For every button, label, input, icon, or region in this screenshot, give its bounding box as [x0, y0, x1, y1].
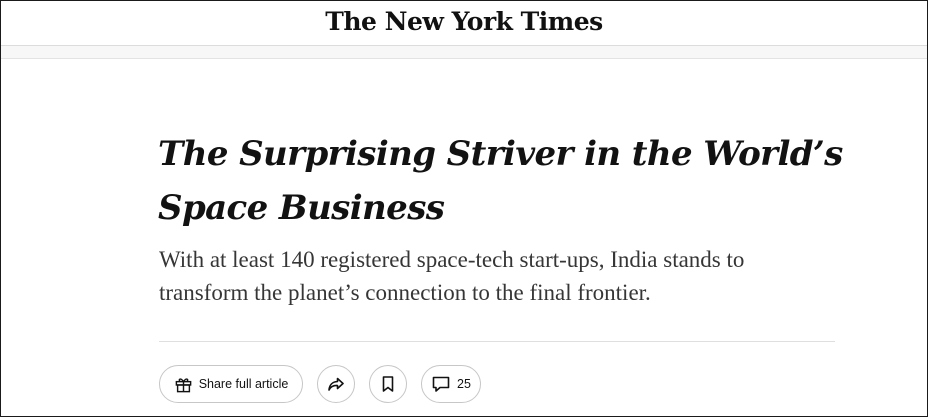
gift-icon — [174, 375, 193, 394]
comment-count: 25 — [457, 377, 471, 391]
article-toolbar: Share full article 25 — [159, 365, 481, 403]
browser-viewport: The New York Times The Surprising Strive… — [0, 0, 928, 417]
nyt-logo[interactable]: The New York Times — [325, 7, 603, 36]
headline-line-2: Space Business — [158, 188, 445, 228]
save-button[interactable] — [369, 365, 407, 403]
summary-line-2: transform the planet’s connection to the… — [159, 280, 651, 305]
share-button[interactable] — [317, 365, 355, 403]
divider — [159, 341, 835, 342]
comment-icon — [431, 375, 451, 393]
masthead: The New York Times — [1, 1, 927, 46]
comments-button[interactable]: 25 — [421, 365, 481, 403]
headline-line-1: The Surprising Striver in the World’s — [158, 134, 843, 174]
summary-line-1: With at least 140 registered space-tech … — [159, 247, 745, 272]
masthead-subbar — [1, 46, 927, 59]
article-headline: The Surprising Striver in the World’s Spa… — [158, 127, 858, 235]
bookmark-icon — [380, 375, 396, 393]
share-full-article-button[interactable]: Share full article — [159, 365, 303, 403]
article-summary: With at least 140 registered space-tech … — [159, 243, 849, 309]
share-arrow-icon — [326, 374, 346, 394]
share-full-article-label: Share full article — [198, 377, 289, 391]
